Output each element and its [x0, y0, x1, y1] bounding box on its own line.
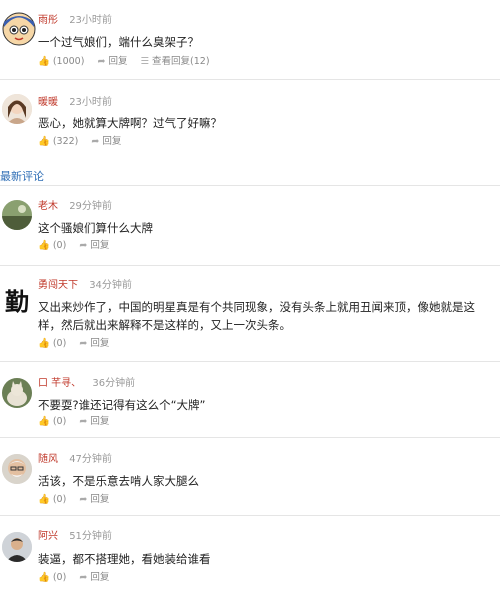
comment-author[interactable]: 雨彤 — [38, 15, 58, 26]
comment-meta: 老木 29分钟前 — [38, 200, 112, 214]
thumbs-up-icon: 👍 — [38, 56, 50, 67]
comment-text: 不要耍?谁还记得有这么个“大牌” — [38, 398, 206, 412]
comment-text: 装逼，都不搭理她，看她装给谁看 — [38, 552, 211, 566]
like-button[interactable]: 👍 (322) — [38, 136, 78, 148]
comment-meta: 雨彤 23小时前 — [38, 14, 112, 28]
view-reply-label: 查看回复 — [152, 56, 191, 67]
reply-button[interactable]: ➦ 回复 — [79, 416, 109, 428]
comment-actions: 👍 (0) ➦ 回复 — [38, 494, 119, 506]
like-count: (0) — [52, 572, 67, 583]
comment-text: 又出来炒作了，中国的明星真是有个共同现象，没有头条上就用丑闻来顶，像她就是这样，… — [38, 300, 475, 332]
like-button[interactable]: 👍 (0) — [38, 494, 66, 506]
like-button[interactable]: 👍 (0) — [38, 240, 66, 252]
svg-text:勤: 勤 — [5, 287, 29, 316]
reply-arrow-icon: ➦ — [79, 240, 88, 251]
reply-label: 回复 — [102, 136, 122, 147]
divider — [0, 361, 500, 362]
comment-author[interactable]: 暖暖 — [38, 97, 58, 108]
comment-author[interactable]: 勇闯天下 — [38, 280, 78, 291]
reply-label: 回复 — [90, 494, 110, 505]
comment-author[interactable]: 老木 — [38, 201, 58, 212]
comment-actions: 👍 (1000) ➦ 回复 ☰ 查看回复(12) — [38, 56, 220, 68]
comment-time: 23小时前 — [69, 15, 112, 26]
comment-actions: 👍 (0) ➦ 回复 — [38, 416, 119, 428]
thumbs-up-icon: 👍 — [38, 572, 50, 583]
like-count: (0) — [52, 240, 67, 251]
divider — [0, 79, 500, 80]
reply-label: 回复 — [108, 56, 128, 67]
comment-meta: 口 芊寻、 36分钟前 — [38, 377, 135, 391]
view-replies-button[interactable]: ☰ 查看回复(12) — [140, 56, 209, 68]
reply-arrow-icon: ➦ — [97, 56, 106, 67]
like-button[interactable]: 👍 (1000) — [38, 56, 84, 68]
comment-time: 36分钟前 — [92, 378, 136, 389]
thumbs-up-icon: 👍 — [38, 416, 50, 427]
reply-label: 回复 — [90, 338, 110, 349]
divider — [0, 437, 500, 438]
reply-button[interactable]: ➦ 回复 — [79, 338, 109, 350]
comment-meta: 勇闯天下 34分钟前 — [38, 279, 132, 293]
like-button[interactable]: 👍 (0) — [38, 338, 66, 350]
comment-actions: 👍 (0) ➦ 回复 — [38, 240, 119, 252]
avatar[interactable] — [2, 94, 32, 124]
comment-time: 23小时前 — [69, 97, 112, 108]
like-count: (0) — [52, 416, 67, 427]
like-count: (0) — [52, 338, 67, 349]
divider — [0, 265, 500, 266]
list-icon: ☰ — [140, 56, 150, 67]
comment-text: 这个骚娘们算什么大牌 — [38, 221, 153, 235]
like-button[interactable]: 👍 (0) — [38, 572, 66, 584]
reply-button[interactable]: ➦ 回复 — [97, 56, 127, 68]
like-button[interactable]: 👍 (0) — [38, 416, 66, 428]
divider — [0, 515, 500, 516]
comment-actions: 👍 (0) ➦ 回复 — [38, 338, 119, 350]
reply-button[interactable]: ➦ 回复 — [79, 494, 109, 506]
reply-button[interactable]: ➦ 回复 — [79, 240, 109, 252]
comment-actions: 👍 (322) ➦ 回复 — [38, 136, 131, 148]
like-count: (0) — [52, 494, 67, 505]
view-reply-count: (12) — [190, 56, 210, 67]
comment-time: 47分钟前 — [69, 454, 112, 465]
comment-meta: 随风 47分钟前 — [38, 453, 112, 467]
comment-author[interactable]: 阿兴 — [38, 531, 58, 542]
comment-meta: 暖暖 23小时前 — [38, 96, 112, 110]
avatar[interactable] — [2, 378, 32, 408]
comment-author[interactable]: 随风 — [38, 454, 58, 465]
comment-time: 51分钟前 — [69, 531, 112, 542]
thumbs-up-icon: 👍 — [38, 494, 50, 505]
section-title-latest: 最新评论 — [0, 170, 44, 183]
avatar[interactable] — [2, 12, 36, 46]
reply-button[interactable]: ➦ 回复 — [79, 572, 109, 584]
comment-meta: 阿兴 51分钟前 — [38, 530, 112, 544]
reply-label: 回复 — [90, 572, 110, 583]
comments-page: 雨彤 23小时前 一个过气娘们，端什么臭架子？ 👍 (1000) ➦ 回复 ☰ 查看回… — [0, 0, 500, 594]
reply-arrow-icon: ➦ — [79, 338, 88, 349]
thumbs-up-icon: 👍 — [38, 338, 50, 349]
avatar[interactable] — [2, 200, 32, 230]
thumbs-up-icon: 👍 — [38, 136, 50, 147]
reply-arrow-icon: ➦ — [79, 494, 88, 505]
divider — [0, 185, 500, 186]
comment-text: 一个过气娘们，端什么臭架子？ — [38, 35, 199, 49]
like-count: (1000) — [52, 56, 85, 67]
like-count: (322) — [52, 136, 79, 147]
reply-label: 回复 — [90, 240, 110, 251]
reply-arrow-icon: ➦ — [79, 572, 88, 583]
comment-actions: 👍 (0) ➦ 回复 — [38, 572, 119, 584]
reply-button[interactable]: ➦ 回复 — [91, 136, 121, 148]
reply-arrow-icon: ➦ — [79, 416, 88, 427]
comment-text: 恶心，她就算大牌啊？过气了好嘛？ — [38, 116, 222, 130]
comment-author[interactable]: 口 芊寻、 — [38, 378, 81, 389]
reply-arrow-icon: ➦ — [91, 136, 100, 147]
avatar[interactable]: 勤 — [2, 286, 32, 316]
comment-time: 29分钟前 — [69, 201, 112, 212]
avatar[interactable] — [2, 532, 32, 562]
avatar[interactable] — [2, 454, 32, 484]
thumbs-up-icon: 👍 — [38, 240, 50, 251]
comment-time: 34分钟前 — [89, 280, 132, 291]
reply-label: 回复 — [90, 416, 110, 427]
comment-text: 活该，不是乐意去啃人家大腿么 — [38, 474, 199, 488]
